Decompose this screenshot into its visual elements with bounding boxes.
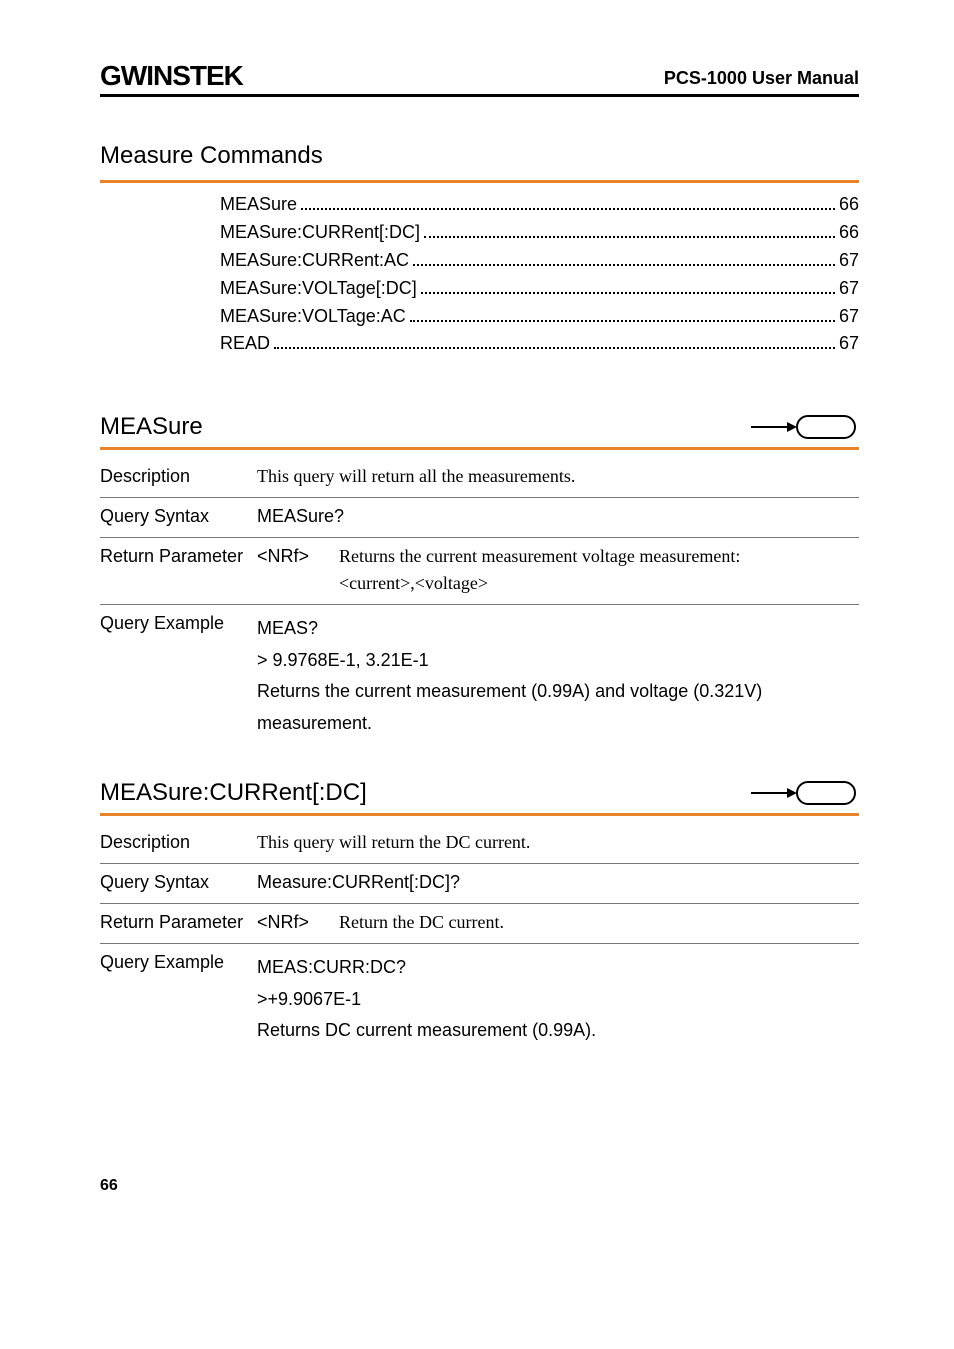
toc-label: MEASure:CURRent[:DC] bbox=[220, 219, 420, 247]
brand-logo: GWINSTEK bbox=[100, 60, 243, 92]
return-text: Returns the current measurement voltage … bbox=[339, 546, 859, 567]
toc-leader bbox=[424, 236, 835, 238]
return-format: <current>,<voltage> bbox=[339, 573, 859, 594]
toc-leader bbox=[421, 292, 835, 294]
toc-page: 67 bbox=[839, 330, 859, 358]
toc-leader bbox=[410, 320, 835, 322]
example-body: MEAS? > 9.9768E-1, 3.21E-1 Returns the c… bbox=[257, 613, 859, 739]
table-of-contents: MEASure 66 MEASure:CURRent[:DC] 66 MEASu… bbox=[220, 191, 859, 358]
example-command: MEAS? bbox=[257, 613, 859, 645]
toc-label: MEASure:VOLTage[:DC] bbox=[220, 275, 417, 303]
toc-item: MEASure:CURRent:AC 67 bbox=[220, 247, 859, 275]
row-label: Query Syntax bbox=[100, 506, 257, 527]
toc-page: 66 bbox=[839, 219, 859, 247]
toc-label: MEASure:VOLTage:AC bbox=[220, 303, 406, 331]
example-explanation: Returns the current measurement (0.99A) … bbox=[257, 676, 859, 739]
description-row: Description This query will return the D… bbox=[100, 824, 859, 864]
example-response: > 9.9768E-1, 3.21E-1 bbox=[257, 645, 859, 677]
toc-leader bbox=[413, 264, 835, 266]
toc-label: MEASure:CURRent:AC bbox=[220, 247, 409, 275]
row-label: Description bbox=[100, 832, 257, 853]
return-parameter-row: Return Parameter <NRf> Returns the curre… bbox=[100, 538, 859, 605]
row-label: Return Parameter bbox=[100, 912, 257, 933]
toc-item: READ 67 bbox=[220, 330, 859, 358]
toc-label: MEASure bbox=[220, 191, 297, 219]
query-icon bbox=[749, 414, 859, 440]
command-header: MEASure:CURRent[:DC] bbox=[100, 779, 859, 807]
toc-leader bbox=[274, 347, 835, 349]
toc-page: 67 bbox=[839, 275, 859, 303]
toc-item: MEASure:VOLTage:AC 67 bbox=[220, 303, 859, 331]
divider bbox=[100, 813, 859, 816]
description-row: Description This query will return all t… bbox=[100, 458, 859, 498]
row-label: Description bbox=[100, 466, 257, 487]
toc-leader bbox=[301, 208, 835, 210]
toc-page: 67 bbox=[839, 247, 859, 275]
query-syntax-row: Query Syntax MEASure? bbox=[100, 498, 859, 538]
description-text: This query will return all the measureme… bbox=[257, 466, 859, 487]
query-example-row: Query Example MEAS:CURR:DC? >+9.9067E-1 … bbox=[100, 944, 859, 1057]
toc-item: MEASure:VOLTage[:DC] 67 bbox=[220, 275, 859, 303]
toc-item: MEASure 66 bbox=[220, 191, 859, 219]
row-label: Return Parameter bbox=[100, 546, 257, 594]
command-name: MEASure:CURRent[:DC] bbox=[100, 779, 367, 807]
example-body: MEAS:CURR:DC? >+9.9067E-1 Returns DC cur… bbox=[257, 952, 859, 1047]
query-syntax-text: Measure:CURRent[:DC]? bbox=[257, 872, 859, 893]
example-command: MEAS:CURR:DC? bbox=[257, 952, 859, 984]
return-parameter-row: Return Parameter <NRf> Return the DC cur… bbox=[100, 904, 859, 944]
toc-item: MEASure:CURRent[:DC] 66 bbox=[220, 219, 859, 247]
row-label: Query Example bbox=[100, 613, 257, 739]
toc-label: READ bbox=[220, 330, 270, 358]
return-description: Return the DC current. bbox=[339, 912, 859, 933]
manual-title: PCS-1000 User Manual bbox=[664, 68, 859, 92]
page-number: 66 bbox=[100, 1177, 859, 1195]
description-text: This query will return the DC current. bbox=[257, 832, 859, 853]
query-syntax-text: MEASure? bbox=[257, 506, 859, 527]
return-type: <NRf> bbox=[257, 546, 339, 594]
section-heading: Measure Commands bbox=[100, 142, 859, 170]
command-name: MEASure bbox=[100, 413, 203, 441]
row-label: Query Syntax bbox=[100, 872, 257, 893]
toc-page: 67 bbox=[839, 303, 859, 331]
divider bbox=[100, 447, 859, 450]
example-response: >+9.9067E-1 bbox=[257, 984, 859, 1016]
query-example-row: Query Example MEAS? > 9.9768E-1, 3.21E-1… bbox=[100, 605, 859, 749]
row-label: Query Example bbox=[100, 952, 257, 1047]
query-icon bbox=[749, 780, 859, 806]
page-header: GWINSTEK PCS-1000 User Manual bbox=[100, 60, 859, 97]
divider bbox=[100, 180, 859, 183]
toc-page: 66 bbox=[839, 191, 859, 219]
example-explanation: Returns DC current measurement (0.99A). bbox=[257, 1015, 859, 1047]
return-type: <NRf> bbox=[257, 912, 339, 933]
return-description: Returns the current measurement voltage … bbox=[339, 546, 859, 594]
query-syntax-row: Query Syntax Measure:CURRent[:DC]? bbox=[100, 864, 859, 904]
command-header: MEASure bbox=[100, 413, 859, 441]
